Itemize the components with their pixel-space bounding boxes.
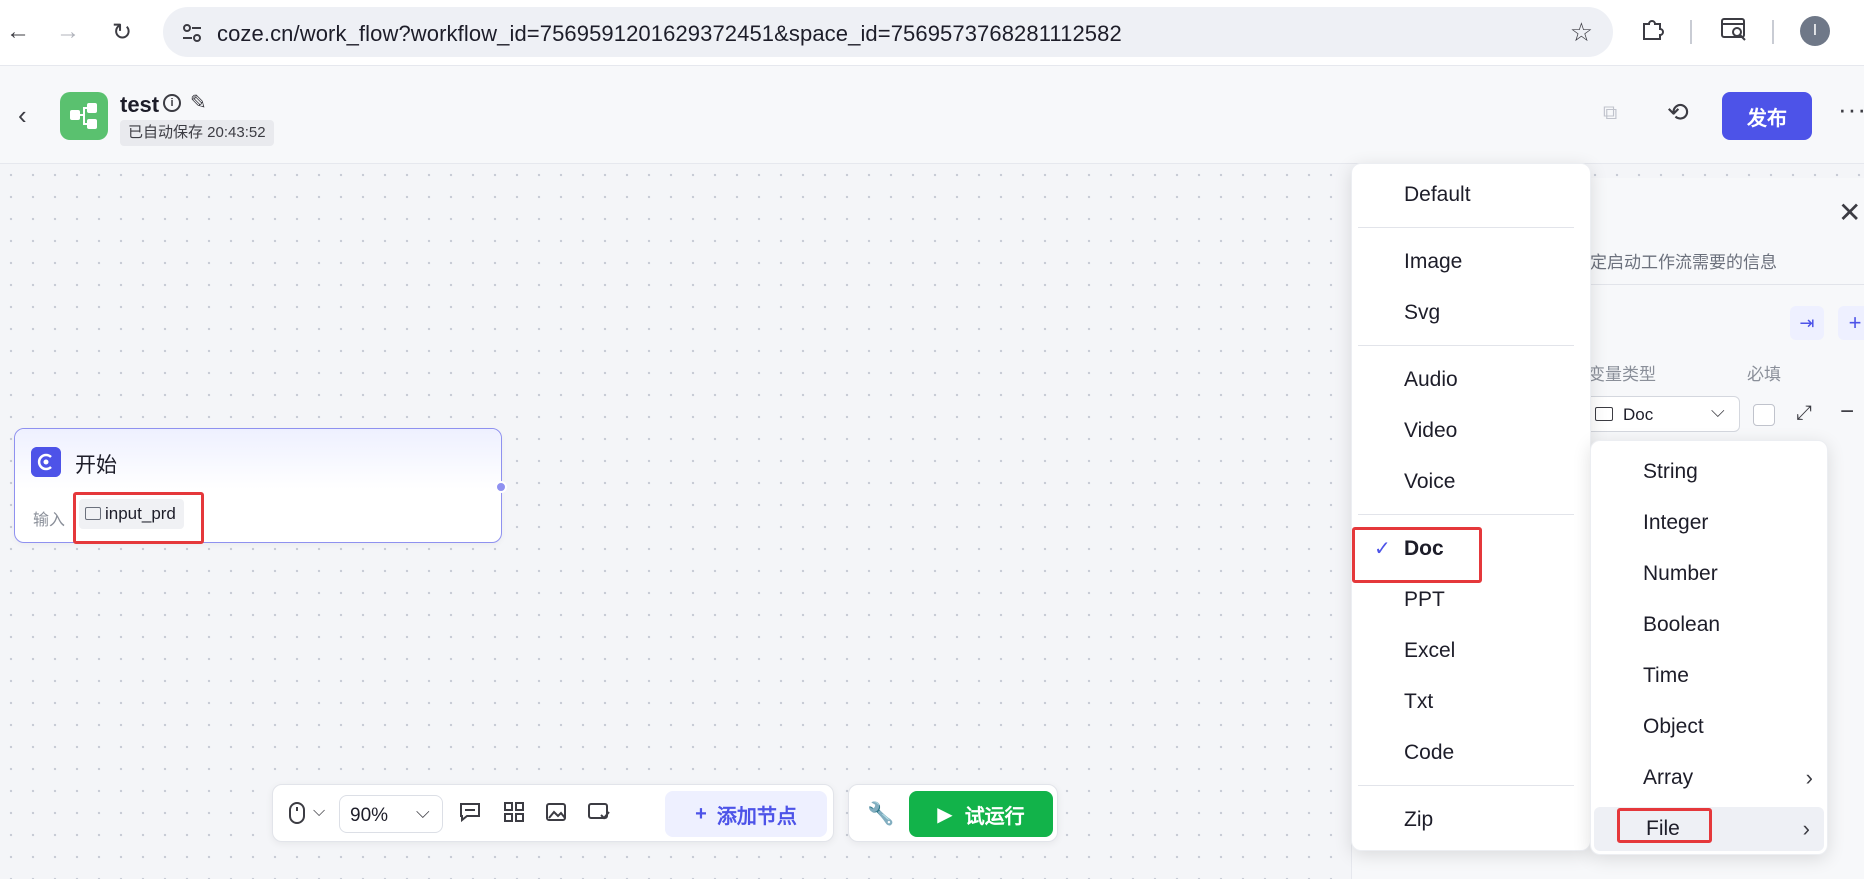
folder-icon [1595, 407, 1613, 421]
test-run-button[interactable]: ▶ 试运行 [909, 791, 1053, 837]
variable-type-select[interactable]: Doc ⌵ [1584, 396, 1740, 432]
toolbar-separator [1690, 20, 1692, 44]
panel-description: 定启动工作流需要的信息 [1590, 253, 1777, 272]
info-icon[interactable]: i [163, 94, 181, 112]
expand-icon[interactable]: ⤢ [1796, 402, 1812, 425]
menu-item-voice[interactable]: Voice [1352, 460, 1590, 504]
browser-toolbar: ← → ↻ coze.cn/work_flow?workflow_id=7569… [0, 0, 1864, 66]
menu-item-image[interactable]: Image [1352, 240, 1590, 284]
add-variable-button[interactable]: + [1838, 306, 1864, 340]
highlight-box-doc [1352, 527, 1482, 583]
menu-item-default[interactable]: Default [1352, 173, 1590, 217]
variable-type-value: Doc [1623, 405, 1654, 424]
menu-separator [1358, 514, 1574, 515]
publish-button[interactable]: 发布 [1722, 92, 1812, 140]
menu-item-svg[interactable]: Svg [1352, 291, 1590, 335]
menu-item-txt[interactable]: Txt [1352, 680, 1590, 724]
panel-divider [1590, 284, 1864, 285]
wrench-icon[interactable]: 🔧 [867, 801, 894, 827]
required-checkbox[interactable] [1753, 404, 1775, 426]
address-bar[interactable]: coze.cn/work_flow?workflow_id=7569591201… [163, 7, 1613, 57]
plus-icon: + [695, 802, 707, 825]
start-node-icon [31, 447, 61, 477]
menu-item-boolean[interactable]: Boolean [1591, 603, 1827, 647]
site-settings-icon[interactable] [179, 20, 205, 46]
chevron-right-icon: › [1802, 816, 1810, 841]
chevron-down-icon[interactable]: ⌵ [313, 803, 325, 821]
menu-item-video[interactable]: Video [1352, 409, 1590, 453]
chevron-right-icon: › [1805, 765, 1813, 790]
menu-separator [1358, 227, 1574, 228]
copy-icon[interactable]: ⧉ [1603, 102, 1617, 125]
history-icon[interactable]: ⟲ [1667, 97, 1689, 128]
column-header-type: 变量类型 [1588, 365, 1656, 384]
reload-icon[interactable]: ↻ [104, 14, 140, 50]
menu-item-array-label: Array [1643, 766, 1694, 789]
more-icon[interactable]: ··· [1838, 94, 1864, 125]
test-run-label: 试运行 [964, 805, 1025, 828]
add-node-label: 添加节点 [716, 805, 797, 828]
tab-search-icon[interactable] [1720, 16, 1748, 42]
file-type-menu: Default Image Svg Audio Video Voice ✓ Do… [1351, 163, 1591, 851]
menu-separator [1358, 345, 1574, 346]
close-icon[interactable]: ✕ [1838, 196, 1861, 229]
menu-item-time[interactable]: Time [1591, 654, 1827, 698]
zoom-select[interactable]: 90% ⌵ [339, 795, 443, 833]
menu-item-audio[interactable]: Audio [1352, 358, 1590, 402]
highlight-box-file [1617, 808, 1712, 843]
remove-variable-icon[interactable]: − [1840, 398, 1854, 426]
zoom-value: 90% [350, 805, 389, 826]
add-node-button[interactable]: + 添加节点 [665, 791, 827, 837]
menu-item-array[interactable]: Array › [1591, 756, 1827, 800]
run-toolbar: 🔧 ▶ 试运行 [848, 784, 1058, 842]
app-header: ‹ test i ✎ 已自动保存 20:43:52 ⧉ ⟲ 发布 ··· [0, 66, 1864, 164]
input-label: 输入 [33, 512, 66, 529]
back-icon[interactable]: ‹ [18, 100, 27, 131]
bookmark-star-icon[interactable]: ☆ [1570, 17, 1593, 48]
image-icon[interactable] [545, 801, 567, 823]
comment-icon[interactable] [459, 801, 481, 823]
mouse-icon[interactable] [287, 801, 307, 825]
node-output-port[interactable] [495, 481, 507, 493]
menu-item-zip[interactable]: Zip [1352, 798, 1590, 842]
back-arrow-icon[interactable]: ← [0, 14, 36, 50]
menu-item-integer[interactable]: Integer [1591, 501, 1827, 545]
layout-icon[interactable] [503, 801, 525, 823]
minimap-icon[interactable] [587, 801, 611, 823]
edit-icon[interactable]: ✎ [190, 90, 207, 115]
menu-separator [1358, 785, 1574, 786]
menu-item-excel[interactable]: Excel [1352, 629, 1590, 673]
start-node-title: 开始 [75, 454, 117, 477]
menu-item-code[interactable]: Code [1352, 731, 1590, 775]
menu-item-ppt[interactable]: PPT [1352, 578, 1590, 622]
play-icon: ▶ [937, 803, 953, 826]
url-text[interactable]: coze.cn/work_flow?workflow_id=7569591201… [217, 21, 1122, 47]
variable-type-menu: String Integer Number Boolean Time Objec… [1590, 440, 1828, 855]
profile-avatar[interactable]: I [1800, 16, 1830, 46]
chevron-down-icon: ⌵ [416, 802, 430, 822]
import-icon[interactable]: ⇥ [1790, 306, 1824, 340]
autosave-status: 已自动保存 20:43:52 [120, 120, 274, 146]
canvas-toolbar: ⌵ 90% ⌵ + 添加节点 [272, 784, 834, 842]
workflow-title: test [120, 92, 160, 117]
column-header-required: 必填 [1747, 365, 1781, 384]
highlight-box-input [73, 492, 204, 544]
chevron-down-icon: ⌵ [1711, 401, 1725, 421]
workflow-logo-icon [60, 92, 108, 140]
menu-item-number[interactable]: Number [1591, 552, 1827, 596]
puzzle-icon[interactable] [1640, 16, 1666, 42]
forward-arrow-icon[interactable]: → [50, 14, 86, 50]
menu-item-string[interactable]: String [1591, 450, 1827, 494]
toolbar-separator [1772, 20, 1774, 44]
menu-item-object[interactable]: Object [1591, 705, 1827, 749]
